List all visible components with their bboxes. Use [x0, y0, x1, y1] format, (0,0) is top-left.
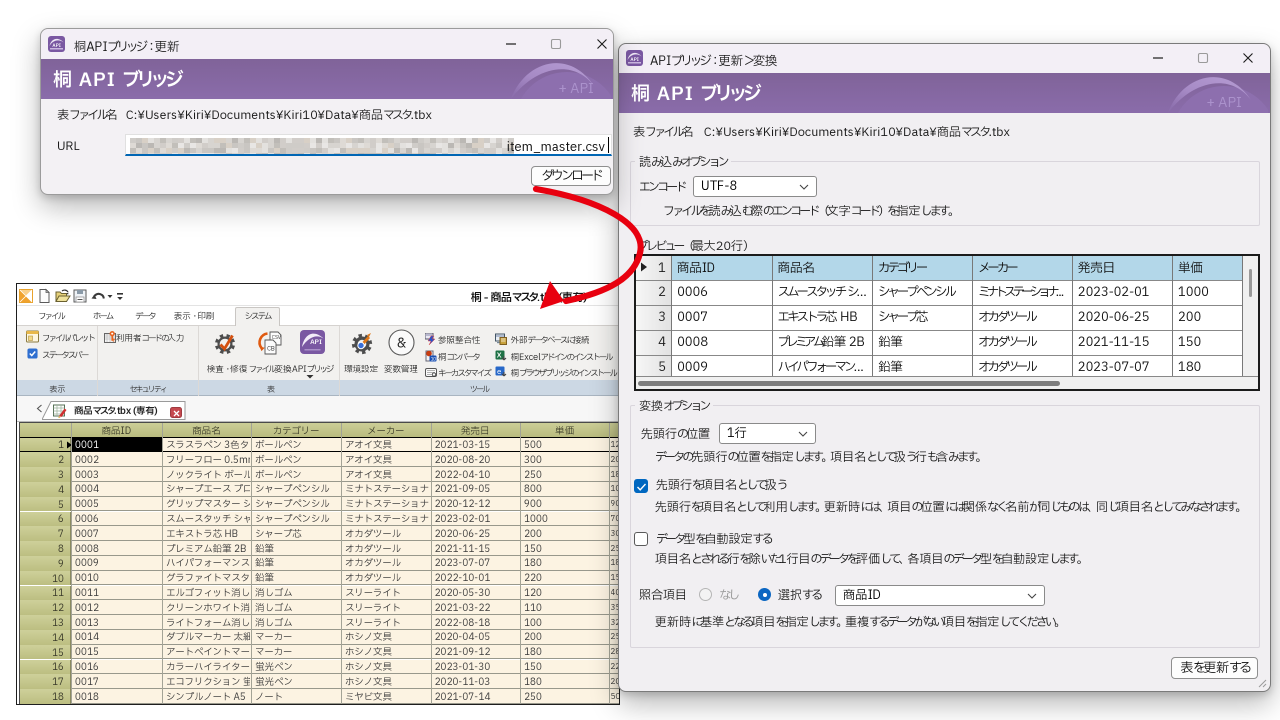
svg-text:+ API: + API	[1206, 93, 1241, 113]
svg-text:API: API	[52, 42, 60, 49]
svg-text:API: API	[630, 56, 638, 63]
svg-text:+ API: + API	[558, 79, 593, 99]
